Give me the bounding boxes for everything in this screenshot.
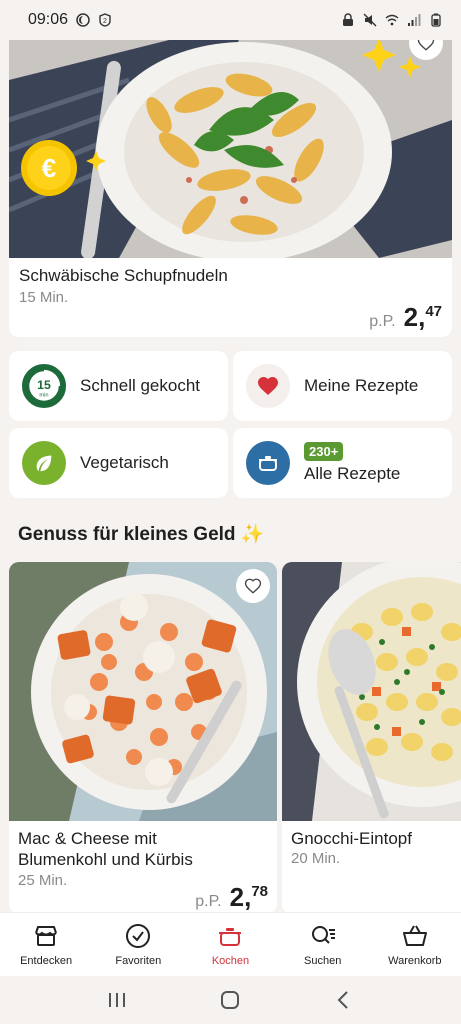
hero-recipe-price: p.P. 2, 47 <box>369 302 442 333</box>
recipe-title-line2: Blumenkohl und Kürbis <box>18 850 193 869</box>
nav-suchen[interactable]: Suchen <box>278 922 368 967</box>
home-icon[interactable] <box>218 989 242 1011</box>
price-prefix: p.P. <box>369 313 396 330</box>
recipe-image-gnocchi <box>282 562 461 821</box>
tile-vegetarian[interactable]: Vegetarisch <box>9 428 228 498</box>
hero-recipe-image: € <box>9 40 452 258</box>
hero-recipe-card[interactable]: € Schwäbische Schupfnudeln 15 Min. p.P. … <box>9 40 452 337</box>
mute-icon <box>363 13 377 27</box>
hero-recipe-time: 15 Min. <box>19 289 69 306</box>
nav-kochen[interactable]: Kochen <box>185 922 275 967</box>
timer-15-icon: 15 min <box>22 364 66 408</box>
schupfnudeln-dish-illustration: € <box>9 40 452 258</box>
nav-label: Warenkorb <box>388 955 442 967</box>
tile-vegetarian-label: Vegetarisch <box>80 453 169 472</box>
hero-recipe-title: Schwäbische Schupfnudeln <box>19 266 228 285</box>
recipe-time: 20 Min. <box>291 850 341 867</box>
lock-icon <box>343 13 353 26</box>
system-navigation <box>0 976 461 1024</box>
status-right <box>341 13 443 27</box>
section-title: Genuss für kleines Geld ✨ <box>18 524 265 545</box>
status-time: 09:06 <box>28 11 69 28</box>
leaf-icon <box>22 441 66 485</box>
check-circle-icon <box>126 924 151 948</box>
store-icon <box>35 926 58 946</box>
search-list-icon <box>311 926 335 944</box>
shield-badge-icon: 2 <box>99 13 111 27</box>
recipe-card-gnocchi[interactable]: Gnocchi-Eintopf 20 Min. <box>282 562 461 914</box>
quick-icon-unit: min <box>39 392 48 398</box>
tile-all-recipes[interactable]: 230+ Alle Rezepte <box>233 428 452 498</box>
nav-label: Suchen <box>304 955 342 967</box>
pot-icon <box>219 928 242 946</box>
price-prefix: p.P. <box>195 893 222 910</box>
nav-label: Favoriten <box>115 955 162 967</box>
price-cents: 47 <box>425 303 442 320</box>
recipe-title: Mac & Cheese mit Blumenkohl und Kürbis <box>18 828 193 870</box>
nav-warenkorb[interactable]: Warenkorb <box>370 922 460 967</box>
status-left: 09:06 2 <box>28 11 112 29</box>
recipe-card-mac-cheese[interactable]: Mac & Cheese mit Blumenkohl und Kürbis 2… <box>9 562 277 914</box>
wifi-icon <box>385 14 399 26</box>
recents-icon[interactable] <box>105 990 129 1010</box>
back-icon[interactable] <box>332 989 356 1011</box>
heart-outline-icon <box>244 578 262 594</box>
tile-my-recipes[interactable]: Meine Rezepte <box>233 351 452 421</box>
svg-text:€: € <box>42 153 56 183</box>
recipe-favorite-button[interactable] <box>236 569 270 603</box>
pot-icon <box>246 441 290 485</box>
price-cents: 78 <box>251 883 268 900</box>
status-bar: 09:06 2 <box>0 0 461 40</box>
battery-icon <box>431 13 441 27</box>
heart-icon <box>246 364 290 408</box>
nav-entdecken[interactable]: Entdecken <box>1 922 91 967</box>
heart-outline-icon <box>417 40 435 51</box>
recipe-image-mac-cheese <box>9 562 277 821</box>
nav-favoriten[interactable]: Favoriten <box>93 922 183 967</box>
price-whole: 2, <box>403 302 426 332</box>
tile-all-recipes-label: Alle Rezepte <box>304 464 401 483</box>
recipe-price: p.P. 2, 78 <box>195 882 268 913</box>
svg-text:2: 2 <box>103 18 107 25</box>
nav-label: Kochen <box>211 955 250 967</box>
nav-label: Entdecken <box>20 955 73 967</box>
tile-quick-cooked-label: Schnell gekocht <box>80 376 201 395</box>
tile-my-recipes-label: Meine Rezepte <box>304 376 419 395</box>
signal-icon <box>408 14 421 26</box>
tile-quick-cooked[interactable]: 15 min Schnell gekocht <box>9 351 228 421</box>
recipe-title: Gnocchi-Eintopf <box>291 829 412 848</box>
bottom-navigation: Entdecken Favoriten Kochen Suchen Warenk… <box>0 912 461 976</box>
price-whole: 2, <box>229 882 252 912</box>
recipe-title-line1: Mac & Cheese mit <box>18 829 157 848</box>
recipe-count-badge: 230+ <box>304 442 344 461</box>
basket-icon <box>402 925 427 946</box>
moon-icon <box>76 13 90 27</box>
recipe-time: 25 Min. <box>18 872 68 889</box>
quick-icon-number: 15 <box>37 378 51 392</box>
tile-all-recipes-text: 230+ Alle Rezepte <box>304 442 400 484</box>
